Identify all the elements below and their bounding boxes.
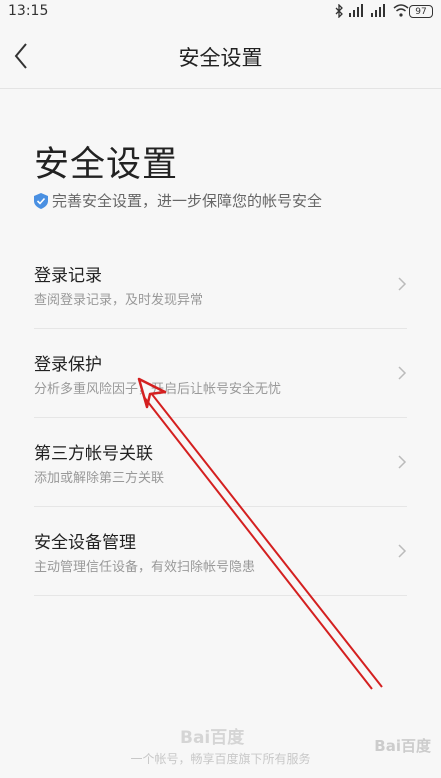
- shield-icon: [34, 193, 48, 209]
- status-time: 13:15: [8, 3, 49, 19]
- item-desc: 添加或解除第三方关联: [34, 471, 165, 486]
- item-title: 第三方帐号关联: [34, 444, 153, 464]
- list-item-login-history[interactable]: 登录记录 查阅登录记录，及时发现异常: [34, 240, 407, 329]
- item-desc: 查阅登录记录，及时发现异常: [34, 293, 204, 308]
- chevron-right-icon: [398, 366, 407, 380]
- chevron-right-icon: [398, 455, 407, 469]
- item-desc: 分析多重风险因子，开启后让帐号安全无忧: [34, 382, 282, 397]
- page-title: 安全设置: [34, 145, 179, 185]
- bluetooth-icon: [335, 4, 343, 18]
- wifi-icon: [393, 4, 409, 17]
- item-title: 登录记录: [34, 266, 102, 286]
- chevron-right-icon: [398, 277, 407, 291]
- nav-bar: 安全设置: [0, 24, 441, 89]
- status-icons: 97: [333, 4, 433, 20]
- subtitle-text: 完善安全设置，进一步保障您的帐号安全: [52, 192, 323, 210]
- list-item-third-party[interactable]: 第三方帐号关联 添加或解除第三方关联: [34, 418, 407, 507]
- battery-indicator: 97: [409, 5, 433, 18]
- page-subtitle: 完善安全设置，进一步保障您的帐号安全: [34, 190, 322, 211]
- chevron-right-icon: [398, 544, 407, 558]
- list-item-login-protection[interactable]: 登录保护 分析多重风险因子，开启后让帐号安全无忧: [34, 329, 407, 418]
- item-title: 安全设备管理: [34, 533, 136, 553]
- nav-title: 安全设置: [178, 46, 263, 70]
- signal-icon: [349, 4, 363, 17]
- settings-list: 登录记录 查阅登录记录，及时发现异常 登录保护 分析多重风险因子，开启后让帐号安…: [34, 240, 407, 596]
- list-item-device-management[interactable]: 安全设备管理 主动管理信任设备，有效扫除帐号隐患: [34, 507, 407, 596]
- item-title: 登录保护: [34, 355, 102, 375]
- signal-icon-2: [371, 4, 385, 17]
- baidu-logo: Bai百度: [180, 728, 245, 748]
- item-desc: 主动管理信任设备，有效扫除帐号隐患: [34, 560, 256, 575]
- status-bar: 13:15 97: [0, 0, 441, 24]
- watermark: Bai百度: [374, 737, 431, 755]
